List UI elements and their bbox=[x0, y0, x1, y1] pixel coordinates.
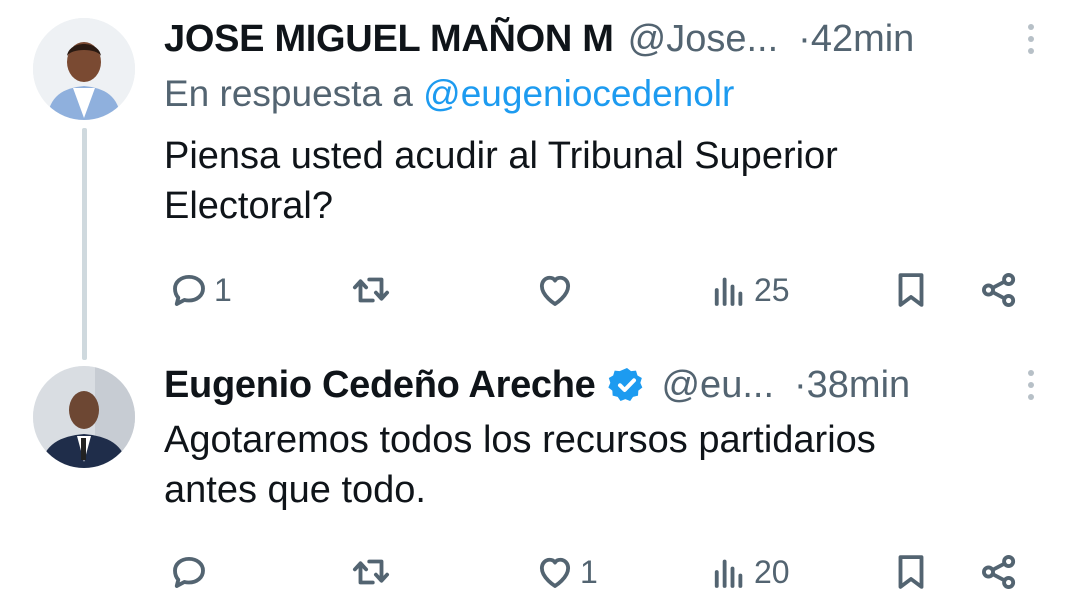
author-handle[interactable]: @Jose... bbox=[628, 18, 779, 61]
reply-icon bbox=[173, 274, 205, 306]
heart-icon bbox=[539, 275, 571, 306]
reply-button[interactable]: 1 bbox=[168, 266, 232, 314]
share-icon bbox=[982, 555, 1016, 589]
thread-connector bbox=[82, 128, 87, 360]
tweet-text-line: antes que todo. bbox=[164, 469, 426, 511]
tweet-text-line: Agotaremos todos los recursos partidario… bbox=[164, 419, 876, 461]
retweet-icon bbox=[352, 277, 390, 303]
retweet-icon bbox=[352, 559, 390, 585]
reply-prefix: En respuesta a bbox=[164, 73, 413, 114]
author-name[interactable]: JOSE MIGUEL MAÑON M bbox=[164, 18, 614, 61]
reply-count: 1 bbox=[214, 271, 232, 308]
bookmark-button[interactable] bbox=[890, 266, 932, 314]
tweet-header: Eugenio Cedeño Areche @eu... ·38min bbox=[164, 363, 1040, 407]
reply-button[interactable] bbox=[168, 548, 214, 596]
separator: · bbox=[794, 363, 807, 406]
avatar[interactable] bbox=[33, 18, 135, 120]
retweet-button[interactable] bbox=[350, 548, 396, 596]
verified-badge-icon bbox=[608, 368, 643, 401]
more-options-icon[interactable] bbox=[1026, 24, 1036, 54]
share-button[interactable] bbox=[978, 548, 1020, 596]
tweet-text: Agotaremos todos los recursos partidario… bbox=[164, 415, 1024, 515]
tweet-text-line: Piensa usted acudir al Tribunal Superior bbox=[164, 135, 838, 177]
action-bar: 1 25 bbox=[164, 266, 1034, 314]
separator: · bbox=[798, 17, 811, 60]
bookmark-icon bbox=[898, 273, 924, 307]
time-text: 42min bbox=[810, 17, 915, 60]
tweet-text: Piensa usted acudir al Tribunal Superior… bbox=[164, 131, 1024, 231]
reply-context: En respuesta a @eugeniocedenolr bbox=[164, 73, 734, 115]
author-name[interactable]: Eugenio Cedeño Areche bbox=[164, 364, 596, 407]
tweet-header: JOSE MIGUEL MAÑON M @Jose... ·42min bbox=[164, 17, 1040, 61]
share-button[interactable] bbox=[978, 266, 1020, 314]
avatar-eugenio bbox=[33, 366, 135, 468]
like-button[interactable]: 1 bbox=[534, 548, 598, 596]
bookmark-button[interactable] bbox=[890, 548, 932, 596]
author-handle[interactable]: @eu... bbox=[661, 364, 774, 407]
avatar-jose-miguel bbox=[33, 18, 135, 120]
views-count: 20 bbox=[754, 553, 790, 590]
views-button[interactable]: 20 bbox=[708, 548, 790, 596]
more-options-icon[interactable] bbox=[1026, 370, 1036, 400]
reply-icon bbox=[173, 556, 205, 588]
retweet-button[interactable] bbox=[350, 266, 396, 314]
views-button[interactable]: 25 bbox=[708, 266, 790, 314]
bookmark-icon bbox=[898, 555, 924, 589]
timestamp[interactable]: ·42min bbox=[798, 18, 914, 61]
views-count: 25 bbox=[754, 271, 790, 308]
like-button[interactable] bbox=[534, 266, 580, 314]
like-count: 1 bbox=[580, 553, 598, 590]
share-icon bbox=[982, 273, 1016, 307]
heart-icon bbox=[539, 557, 571, 588]
views-icon bbox=[714, 559, 743, 588]
action-bar: 1 20 bbox=[164, 548, 1034, 596]
views-icon bbox=[714, 277, 743, 306]
timestamp[interactable]: ·38min bbox=[794, 364, 910, 407]
time-text: 38min bbox=[806, 363, 911, 406]
avatar[interactable] bbox=[33, 366, 135, 468]
reply-mention-link[interactable]: @eugeniocedenolr bbox=[423, 73, 734, 114]
tweet-text-line: Electoral? bbox=[164, 185, 333, 227]
